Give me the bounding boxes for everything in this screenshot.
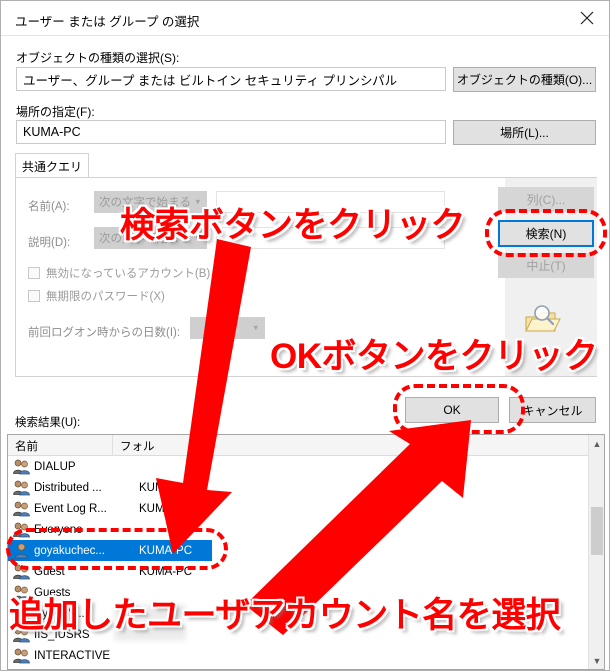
checkbox-box-nonexpiring (28, 290, 40, 302)
list-item-name: INTERACTIVE (34, 649, 111, 662)
list-item-name: DIALUP (34, 460, 76, 473)
column-header-folder[interactable]: フォル (120, 438, 155, 454)
checkbox-label-disabled: 無効になっているアカウント(B) (46, 268, 211, 280)
close-icon[interactable] (565, 1, 609, 35)
chevron-down-icon: ▾ (195, 196, 200, 207)
scroll-down-icon[interactable]: ▼ (589, 652, 604, 669)
list-item[interactable]: IIS_IUSRS (8, 624, 588, 645)
days-since-logon-dropdown[interactable]: ▾ (190, 317, 265, 339)
chevron-down-icon-2: ▾ (195, 232, 200, 243)
user-group-icon (13, 668, 30, 669)
list-item-name: Guest (34, 565, 65, 578)
page-title: ユーザー または グループ の選択 (15, 15, 200, 29)
list-item-folder: KUMA-PC (139, 502, 193, 515)
location-field[interactable]: KUMA-PC (16, 120, 446, 144)
object-types-field[interactable]: ユーザー、グループ または ビルトイン セキュリティ プリンシパル (16, 67, 446, 91)
columns-button[interactable]: 列(C)... (498, 187, 594, 212)
tab-common-queries[interactable]: 共通クエリ (15, 153, 89, 178)
checkbox-box-disabled (28, 267, 40, 279)
checkbox-label-nonexpiring: 無期限のパスワード(X) (46, 291, 165, 303)
blurred-area-1 (114, 604, 186, 622)
results-scrollbar[interactable]: ▲ ▼ (588, 435, 604, 669)
user-group-icon (13, 500, 30, 517)
list-item[interactable]: INTERACTIVE (8, 645, 588, 666)
scrollbar-thumb[interactable] (591, 507, 603, 555)
results-label: 検索結果(U): (15, 417, 81, 429)
ok-button[interactable]: OK (405, 397, 499, 423)
title-bar: ユーザー または グループ の選択 (1, 1, 609, 36)
list-item[interactable]: Distributed ... KUMA-PC (8, 477, 588, 498)
results-column-header: 名前 フォル (8, 435, 604, 456)
list-item-name: Event Log R... (34, 502, 107, 515)
days-since-logon-label: 前回ログオン時からの日数(I): (28, 327, 181, 339)
list-item[interactable]: Guests (8, 582, 588, 603)
list-item-name: goyakuchec... (34, 544, 105, 557)
list-item-name: Distributed ... (34, 481, 102, 494)
checkbox-nonexpiring-password[interactable]: 無期限のパスワード(X) (28, 288, 165, 304)
list-item-folder: KUMA-PC (139, 565, 193, 578)
object-types-label: オブジェクトの種類の選択(S): (16, 51, 180, 65)
scroll-up-icon[interactable]: ▲ (589, 435, 604, 452)
list-item-name: Guests (34, 586, 71, 599)
list-item[interactable]: Everyone (8, 519, 588, 540)
column-separator-1[interactable] (112, 435, 113, 456)
list-item-folder: KUMA-PC (139, 544, 193, 557)
column-separator-2[interactable] (211, 435, 212, 456)
location-button[interactable]: 場所(L)... (453, 120, 596, 145)
list-item[interactable]: Hyper-V... (8, 603, 588, 624)
user-group-icon (13, 542, 30, 559)
query-desc-label: 説明(D): (28, 237, 71, 249)
user-group-icon (13, 479, 30, 496)
search-folder-icon (522, 304, 562, 338)
query-desc-input[interactable] (216, 227, 445, 249)
tab-strip: 共通クエリ (15, 153, 597, 178)
list-item[interactable]: goyakuchec... KUMA-PC (8, 540, 212, 561)
results-list[interactable]: 名前 フォル DIALUP Distributed ... KUMA-PC Event… (7, 434, 605, 670)
location-label: 場所の指定(F): (16, 105, 95, 119)
cancel-button[interactable]: キャンセル (509, 397, 596, 423)
object-types-button[interactable]: オブジェクトの種類(O)... (453, 67, 596, 92)
checkbox-disabled-accounts[interactable]: 無効になっているアカウント(B) (28, 265, 210, 281)
list-item[interactable]: IUSR (8, 666, 588, 669)
query-name-condition-dropdown[interactable]: 次の文字で始まる ▾ (94, 191, 207, 213)
query-desc-condition-value: 次の文字で始まる (99, 233, 191, 245)
user-group-icon (13, 605, 30, 622)
query-name-label: 名前(A): (28, 201, 70, 213)
user-group-icon (13, 458, 30, 475)
query-name-input[interactable] (216, 191, 445, 213)
user-group-icon (13, 521, 30, 538)
query-name-condition-value: 次の文字で始まる (99, 197, 191, 209)
user-group-icon (13, 626, 30, 643)
user-group-icon (13, 584, 30, 601)
chevron-down-icon-3: ▾ (253, 322, 258, 333)
stop-button[interactable]: 中止(T) (498, 253, 594, 278)
query-desc-condition-dropdown[interactable]: 次の文字で始まる ▾ (94, 227, 207, 249)
list-item[interactable]: Event Log R... KUMA-PC (8, 498, 588, 519)
user-group-icon (13, 647, 30, 664)
list-item[interactable]: Guest KUMA-PC (8, 561, 588, 582)
list-item-name: Everyone (34, 523, 83, 536)
find-now-button[interactable]: 検索(N) (498, 220, 594, 247)
list-item-folder: KUMA-PC (139, 481, 193, 494)
results-rows: DIALUP Distributed ... KUMA-PC Event Log R.… (8, 456, 588, 669)
blurred-area-2 (114, 624, 186, 642)
select-user-or-group-dialog: ユーザー または グループ の選択 オブジェクトの種類の選択(S): ユーザー、… (0, 0, 610, 671)
column-header-name[interactable]: 名前 (15, 438, 38, 454)
list-item[interactable]: DIALUP (8, 456, 588, 477)
user-group-icon (13, 563, 30, 580)
